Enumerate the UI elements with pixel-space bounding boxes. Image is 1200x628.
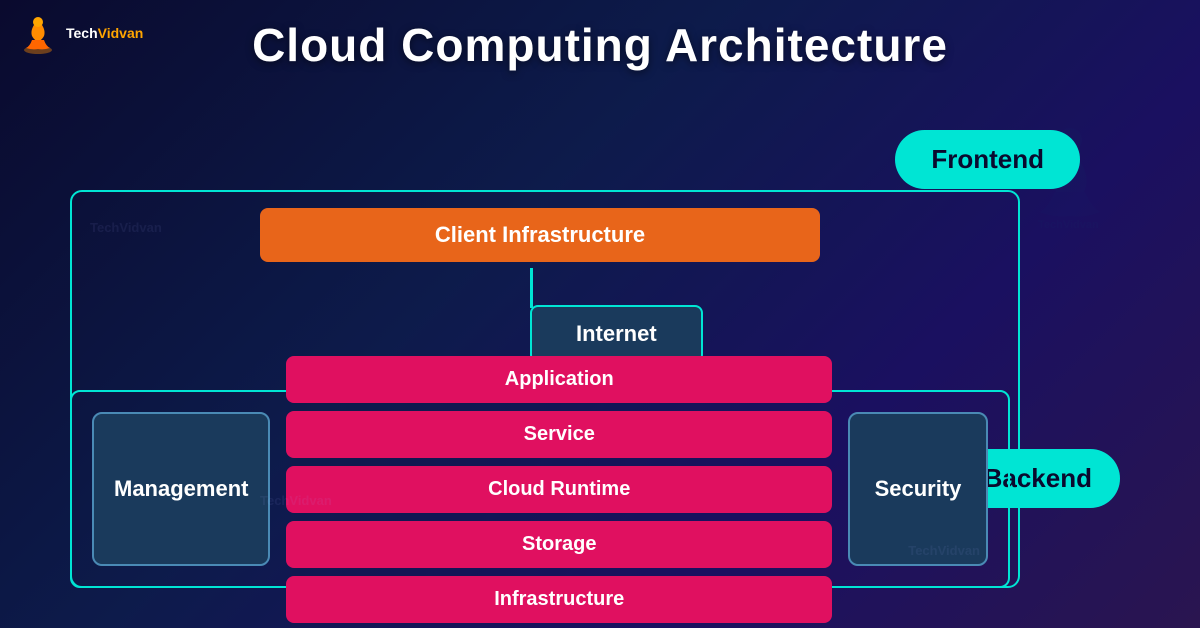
logo: TechVidvan	[16, 12, 143, 56]
layer-storage: Storage	[286, 521, 832, 568]
frontend-badge: Frontend	[895, 130, 1080, 189]
diagram-area: Frontend Backend Client Infrastructure I…	[60, 90, 1140, 608]
page-title: Cloud Computing Architecture	[0, 0, 1200, 72]
logo-text: TechVidvan	[66, 26, 143, 41]
layer-infrastructure: Infrastructure	[286, 576, 832, 623]
internet-box: Internet	[530, 305, 703, 363]
security-box: Security	[848, 412, 988, 566]
layer-cloud-runtime: Cloud Runtime	[286, 466, 832, 513]
layer-service: Service	[286, 411, 832, 458]
layers-stack: Application Service Cloud Runtime Storag…	[286, 356, 832, 623]
logo-icon	[16, 12, 60, 56]
management-box: Management	[92, 412, 270, 566]
layer-application: Application	[286, 356, 832, 403]
diagram-container: Frontend Backend Client Infrastructure I…	[60, 90, 1140, 608]
client-infrastructure-box: Client Infrastructure	[260, 208, 820, 262]
connector-top	[530, 268, 533, 308]
inner-box: Management Application Service Cloud Run…	[70, 390, 1010, 588]
